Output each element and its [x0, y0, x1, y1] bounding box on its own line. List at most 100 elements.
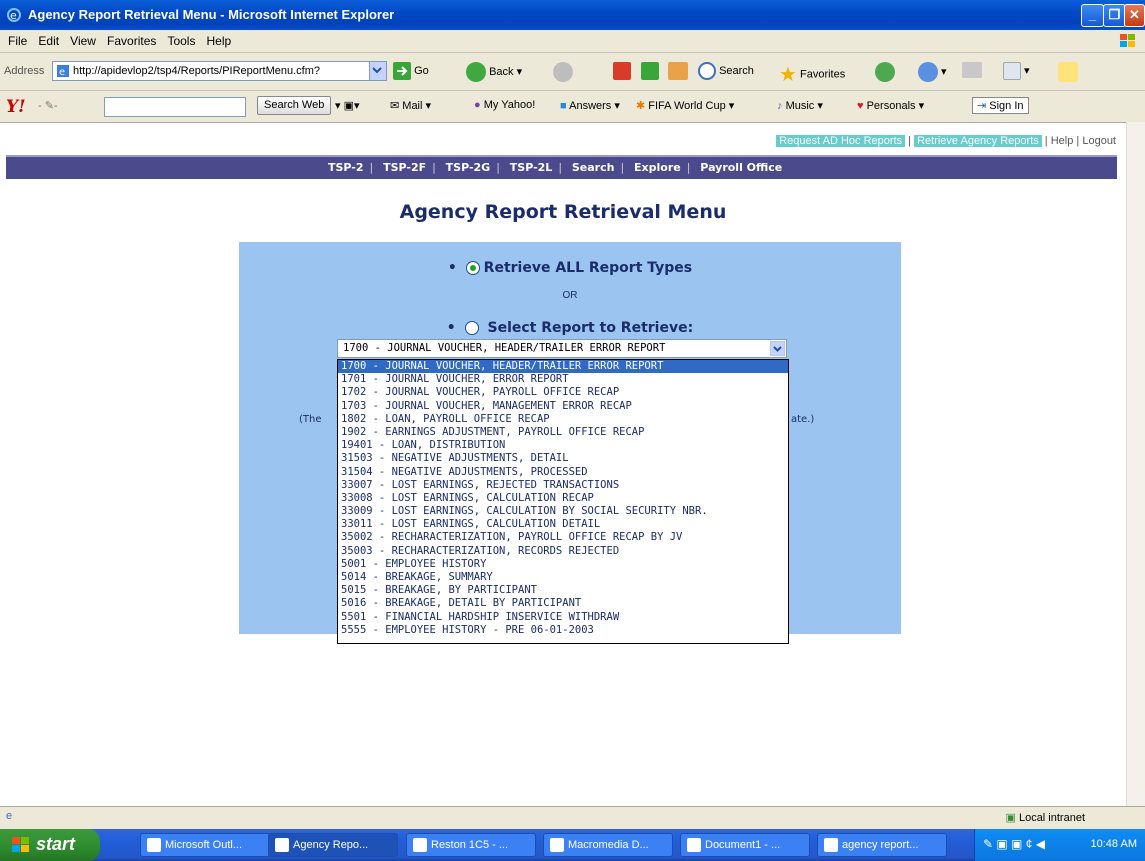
help-link[interactable]: Help [1051, 135, 1074, 147]
menu-help[interactable]: Help [207, 34, 232, 48]
report-option[interactable]: 5001 - EMPLOYEE HISTORY [338, 558, 788, 571]
taskbar-button-agency-report[interactable]: agency report... [817, 833, 947, 857]
star-icon: ★ [779, 64, 797, 86]
radio-all-reports[interactable] [465, 261, 480, 275]
report-option[interactable]: 19401 - LOAN, DISTRIBUTION [338, 439, 788, 452]
radio-select-report[interactable] [464, 321, 479, 335]
forward-button[interactable] [553, 62, 573, 82]
report-option[interactable]: 33009 - LOST EARNINGS, CALCULATION BY SO… [338, 505, 788, 518]
yahoo-music[interactable]: ♪ Music ▾ [777, 99, 823, 112]
yahoo-mail[interactable]: ✉ Mail ▾ [390, 99, 431, 112]
report-option[interactable]: 5014 - BREAKAGE, SUMMARY [338, 571, 788, 584]
answers-label: Answers [569, 100, 612, 112]
taskbar-button-reston[interactable]: Reston 1C5 - ... [406, 833, 536, 857]
yahoo-search-button[interactable]: Search Web [257, 96, 332, 115]
taskbar-button-macromedia[interactable]: Macromedia D... [543, 833, 673, 857]
yahoo-my-yahoo[interactable]: ● My Yahoo! [474, 99, 535, 111]
taskbar-button-document1[interactable]: Document1 - ... [680, 833, 810, 857]
address-toolbar: Address e http://apidevlop2/tsp4/Reports… [0, 53, 1145, 91]
yahoo-logo[interactable]: Y! [6, 97, 26, 117]
print-button[interactable] [962, 62, 982, 78]
back-arrow-icon [466, 62, 486, 82]
option-select-row: • Select Report to Retrieve: [446, 320, 694, 336]
minimize-button[interactable]: _ [1081, 4, 1104, 27]
report-dropdown-list[interactable]: 1700 - JOURNAL VOUCHER, HEADER/TRAILER E… [337, 359, 789, 644]
report-option[interactable]: 35002 - RECHARACTERIZATION, PAYROLL OFFI… [338, 531, 788, 544]
clock: 10:48 AM [1090, 838, 1137, 850]
report-option[interactable]: 5015 - BREAKAGE, BY PARTICIPANT [338, 584, 788, 597]
messenger-button[interactable] [1058, 62, 1078, 82]
mail-button[interactable]: ▾ [918, 62, 947, 82]
yahoo-search-input[interactable] [104, 97, 246, 117]
start-button[interactable]: start [0, 829, 100, 861]
report-option[interactable]: 5016 - BREAKAGE, DETAIL BY PARTICIPANT [338, 597, 788, 610]
report-option[interactable]: 5555 - EMPLOYEE HISTORY - PRE 06-01-2003 [338, 624, 788, 637]
report-option[interactable]: 35003 - RECHARACTERIZATION, RECORDS REJE… [338, 545, 788, 558]
menu-tools[interactable]: Tools [167, 34, 195, 48]
nav-payroll-office[interactable]: Payroll Office [700, 161, 782, 174]
report-option[interactable]: 1902 - EARNINGS ADJUSTMENT, PAYROLL OFFI… [338, 426, 788, 439]
taskbar-label: agency report... [842, 839, 919, 851]
search-button[interactable]: Search [698, 62, 754, 80]
menu-file[interactable]: File [8, 34, 27, 48]
vertical-scrollbar[interactable] [1126, 122, 1145, 806]
nav-tsp-2l[interactable]: TSP-2L [510, 161, 553, 174]
retrieve-agency-link[interactable]: Retrieve Agency Reports [914, 135, 1042, 147]
search-label: Search [719, 64, 754, 77]
report-option[interactable]: 33011 - LOST EARNINGS, CALCULATION DETAI… [338, 518, 788, 531]
favorites-button[interactable]: ★ Favorites [779, 62, 845, 87]
note-text-left: (The [299, 414, 322, 425]
menu-edit[interactable]: Edit [38, 34, 59, 48]
go-label: Go [414, 64, 429, 77]
report-option[interactable]: 33007 - LOST EARNINGS, REJECTED TRANSACT… [338, 479, 788, 492]
my-yahoo-icon: ● [474, 99, 481, 111]
back-button[interactable]: Back ▾ [466, 62, 522, 82]
report-option[interactable]: 1702 - JOURNAL VOUCHER, PAYROLL OFFICE R… [338, 386, 788, 399]
windows-flag-icon [12, 837, 29, 852]
report-select[interactable]: 1700 - JOURNAL VOUCHER, HEADER/TRAILER E… [337, 339, 787, 358]
personals-label: Personals [866, 100, 916, 112]
report-option[interactable]: 31504 - NEGATIVE ADJUSTMENTS, PROCESSED [338, 466, 788, 479]
address-input[interactable]: e http://apidevlop2/tsp4/Reports/PIRepor… [52, 61, 387, 81]
nav-tsp-2[interactable]: TSP-2 [328, 161, 364, 174]
nav-explore[interactable]: Explore [634, 161, 681, 174]
nav-search[interactable]: Search [572, 161, 615, 174]
taskbar-label: Document1 - ... [705, 839, 781, 851]
yahoo-fifa[interactable]: ✱ FIFA World Cup ▾ [636, 99, 734, 112]
report-option[interactable]: 1703 - JOURNAL VOUCHER, MANAGEMENT ERROR… [338, 400, 788, 413]
menu-favorites[interactable]: Favorites [107, 34, 156, 48]
pencil-icon[interactable]: - ✎- [38, 99, 58, 112]
system-tray: ✎ ▣ ▣ ¢ ◀ 10:48 AM [974, 829, 1145, 861]
security-zone-label: Local intranet [1018, 812, 1085, 824]
stop-button[interactable] [613, 62, 631, 80]
yahoo-personals[interactable]: ♥ Personals ▾ [857, 99, 924, 112]
logout-link[interactable]: Logout [1082, 135, 1116, 147]
report-option[interactable]: 33008 - LOST EARNINGS, CALCULATION RECAP [338, 492, 788, 505]
yahoo-answers[interactable]: ■ Answers ▾ [560, 99, 620, 112]
taskbar-button-outlook[interactable]: Microsoft Outl... [140, 833, 270, 857]
close-button[interactable]: ✕ [1124, 4, 1145, 27]
yahoo-sign-in-button[interactable]: ⇥ Sign In [972, 97, 1029, 114]
report-option[interactable]: 31503 - NEGATIVE ADJUSTMENTS, DETAIL [338, 452, 788, 465]
refresh-button[interactable] [641, 62, 659, 80]
nav-tsp-2f[interactable]: TSP-2F [383, 161, 426, 174]
menu-view[interactable]: View [70, 34, 96, 48]
report-option[interactable]: 1802 - LOAN, PAYROLL OFFICE RECAP [338, 413, 788, 426]
select-dropdown-button[interactable] [770, 341, 785, 356]
restore-button[interactable]: ❐ [1103, 4, 1126, 27]
yahoo-dropdown-icon[interactable]: ▾ ▣▾ [335, 99, 360, 112]
taskbar-label: Reston 1C5 - ... [431, 839, 509, 851]
go-button[interactable]: Go [393, 62, 429, 80]
edit-word-button[interactable]: ▾ [1003, 62, 1030, 80]
report-option[interactable]: 5501 - FINANCIAL HARDSHIP INSERVICE WITH… [338, 611, 788, 624]
tray-icons[interactable]: ✎ ▣ ▣ ¢ ◀ [983, 837, 1045, 851]
request-adhoc-link[interactable]: Request AD Hoc Reports [776, 135, 906, 147]
taskbar-button-agency[interactable]: Agency Repo... [268, 833, 398, 857]
report-option[interactable]: 1700 - JOURNAL VOUCHER, HEADER/TRAILER E… [338, 360, 788, 374]
fifa-label: FIFA World Cup [648, 100, 726, 112]
nav-tsp-2g[interactable]: TSP-2G [446, 161, 491, 174]
home-button[interactable] [668, 62, 688, 80]
report-option[interactable]: 1701 - JOURNAL VOUCHER, ERROR REPORT [338, 373, 788, 386]
history-button[interactable] [875, 62, 895, 82]
address-dropdown-button[interactable] [369, 62, 386, 80]
